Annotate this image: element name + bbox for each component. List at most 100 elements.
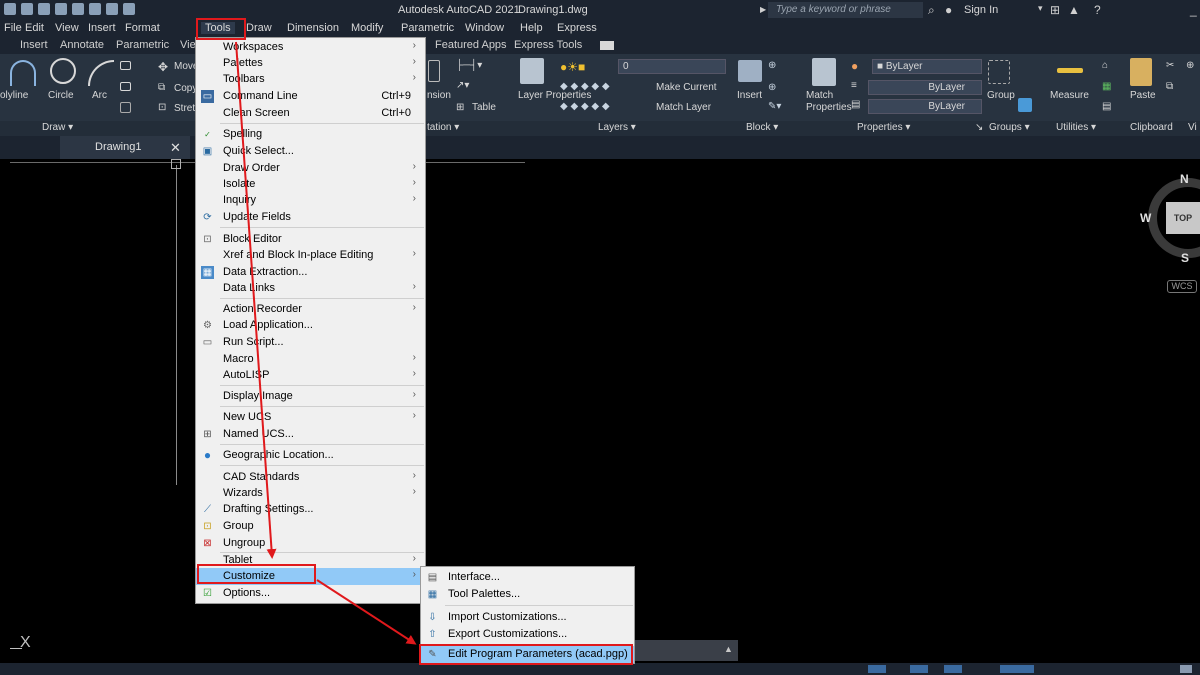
linetype-dropdown[interactable]: ByLayer [868, 80, 982, 95]
table-label[interactable]: Table [472, 102, 496, 113]
menu-view[interactable]: View [55, 22, 79, 34]
rectangle-icon[interactable] [120, 61, 131, 70]
menu-item-display-image[interactable]: Display Image › [196, 388, 425, 405]
undo-icon[interactable] [106, 3, 118, 15]
cart-icon[interactable]: ⊞ [1050, 3, 1060, 17]
menu-item-workspaces[interactable]: Workspaces › [196, 39, 425, 56]
drawing-tab-label[interactable]: Drawing1 [95, 141, 141, 153]
measure-icon[interactable] [1057, 68, 1083, 73]
redo-icon[interactable] [123, 3, 135, 15]
copy-clip-icon[interactable]: ⧉ [1166, 81, 1173, 92]
viewcube-top-face[interactable]: TOP [1166, 202, 1200, 234]
chevron-down-icon[interactable]: ▾ [1038, 3, 1043, 14]
new-icon[interactable] [4, 3, 16, 15]
dimension-label[interactable]: nsion [427, 90, 451, 101]
panel-title-clipboard[interactable]: Clipboard [1130, 122, 1173, 133]
close-tab-icon[interactable]: ✕ [170, 140, 181, 156]
menu-item-ungroup[interactable]: ⊠ Ungroup [196, 535, 425, 552]
plot-icon[interactable] [72, 3, 84, 15]
lineweight-dropdown[interactable]: ByLayer [868, 99, 982, 114]
command-history-icon[interactable]: ▲ [724, 644, 733, 654]
menu-item-drafting-settings[interactable]: ⟋ Drafting Settings... [196, 501, 425, 518]
menu-item-data-extraction[interactable]: ▦ Data Extraction... [196, 264, 425, 281]
tab-view[interactable]: Vie [180, 39, 196, 51]
menu-item-new-ucs[interactable]: New UCS › [196, 409, 425, 426]
menu-item-wizards[interactable]: Wizards › [196, 485, 425, 502]
copy-label[interactable]: Copy [174, 83, 197, 94]
menu-item-action-recorder[interactable]: Action Recorder › [196, 301, 425, 318]
leader-icon[interactable]: ↗▾ [456, 80, 469, 91]
match-layer-label[interactable]: Match Layer [656, 102, 711, 113]
customization-icon[interactable] [1180, 665, 1192, 673]
stretch-label[interactable]: Stret [174, 103, 195, 114]
save-as-icon[interactable] [55, 3, 67, 15]
menu-item-palettes[interactable]: Palettes › [196, 55, 425, 72]
cut-icon[interactable]: ✂ [1166, 60, 1174, 71]
help-icon[interactable]: ? [1094, 3, 1101, 17]
menu-draw[interactable]: Draw [246, 22, 272, 34]
copy-with-base-point-icon[interactable]: ⊕ [1186, 60, 1194, 71]
menu-format[interactable]: Format [125, 22, 160, 34]
menu-item-spelling[interactable]: ✓ Spelling [196, 126, 425, 143]
quick-select-icon[interactable]: ⌂ [1102, 60, 1108, 71]
open-icon[interactable] [21, 3, 33, 15]
panel-title-view[interactable]: Vi [1188, 122, 1197, 133]
command-line[interactable]: ▲ [630, 640, 738, 661]
user-icon[interactable]: ● [945, 3, 952, 17]
lineweight-icon[interactable]: ≡ [851, 80, 857, 91]
search-input[interactable]: Type a keyword or phrase [768, 2, 923, 18]
tab-express-tools[interactable]: Express Tools [514, 39, 582, 51]
match-properties-label[interactable]: Match Properties [806, 90, 852, 114]
menu-item-tool-palettes[interactable]: ▦ Tool Palettes... [421, 586, 634, 603]
menu-file[interactable]: File [4, 22, 22, 34]
ortho-toggle-icon[interactable] [944, 665, 962, 673]
menu-item-options[interactable]: ☑ Options... [196, 585, 425, 602]
grid-toggle-icon[interactable] [868, 665, 886, 673]
menu-item-cad-standards[interactable]: CAD Standards › [196, 469, 425, 486]
menu-insert[interactable]: Insert [88, 22, 116, 34]
calculator-icon[interactable]: ▤ [1102, 101, 1111, 112]
polyline-label[interactable]: olyline [0, 90, 28, 101]
menu-help[interactable]: Help [520, 22, 543, 34]
menu-item-update-fields[interactable]: ⟳ Update Fields [196, 209, 425, 226]
save-icon[interactable] [38, 3, 50, 15]
osnap-toggle-icon[interactable] [1000, 665, 1034, 673]
menu-item-named-ucs[interactable]: ⊞ Named UCS... [196, 426, 425, 443]
insert-label[interactable]: Insert [737, 90, 762, 101]
circle-icon[interactable] [50, 58, 76, 84]
panel-title-annotation[interactable]: tation ▾ [427, 122, 459, 133]
viewcube-wcs-menu[interactable]: WCS [1167, 280, 1197, 293]
edit-block-icon[interactable]: ⊕ [768, 82, 776, 93]
panel-title-layers[interactable]: Layers ▾ [598, 122, 636, 133]
move-icon[interactable]: ✥ [158, 60, 168, 74]
panel-title-properties[interactable]: Properties ▾ [857, 122, 910, 133]
menu-item-toolbars[interactable]: Toolbars › [196, 71, 425, 88]
panel-launcher-icon[interactable]: ↘ [975, 122, 983, 133]
ellipse-icon[interactable] [120, 82, 131, 91]
menu-item-inquiry[interactable]: Inquiry › [196, 192, 425, 209]
menu-dimension[interactable]: Dimension [287, 22, 339, 34]
menu-item-draw-order[interactable]: Draw Order › [196, 160, 425, 177]
menu-item-geographic-location[interactable]: ● Geographic Location... [196, 447, 425, 464]
print-icon[interactable] [89, 3, 101, 15]
layer-properties-icon[interactable] [520, 58, 544, 84]
menu-item-quick-select[interactable]: ▣ Quick Select... [196, 143, 425, 160]
tab-insert[interactable]: Insert [20, 39, 48, 51]
panel-title-groups[interactable]: Groups ▾ [989, 122, 1030, 133]
layer-tools-row-1-icon[interactable]: ◆ ◆ ◆ ◆ ◆ [560, 81, 610, 92]
panel-title-block[interactable]: Block ▾ [746, 122, 778, 133]
panel-title-draw[interactable]: Draw ▾ [42, 122, 73, 133]
polyline-icon[interactable] [10, 60, 36, 86]
menu-item-group[interactable]: ⊡ Group [196, 518, 425, 535]
menu-modify[interactable]: Modify [351, 22, 383, 34]
menu-item-load-application[interactable]: ⚙ Load Application... [196, 317, 425, 334]
menu-item-isolate[interactable]: Isolate › [196, 176, 425, 193]
table-icon[interactable]: ⊞ [456, 102, 464, 113]
menu-item-xref-editing[interactable]: Xref and Block In-place Editing › [196, 247, 425, 264]
color-wheel-icon[interactable]: ● [851, 59, 858, 73]
arc-label[interactable]: Arc [92, 90, 107, 101]
layer-dropdown[interactable]: 0 [618, 59, 726, 74]
match-properties-icon[interactable] [812, 58, 836, 86]
create-block-icon[interactable]: ⊕ [768, 60, 776, 71]
menu-item-data-links[interactable]: Data Links › [196, 280, 425, 297]
